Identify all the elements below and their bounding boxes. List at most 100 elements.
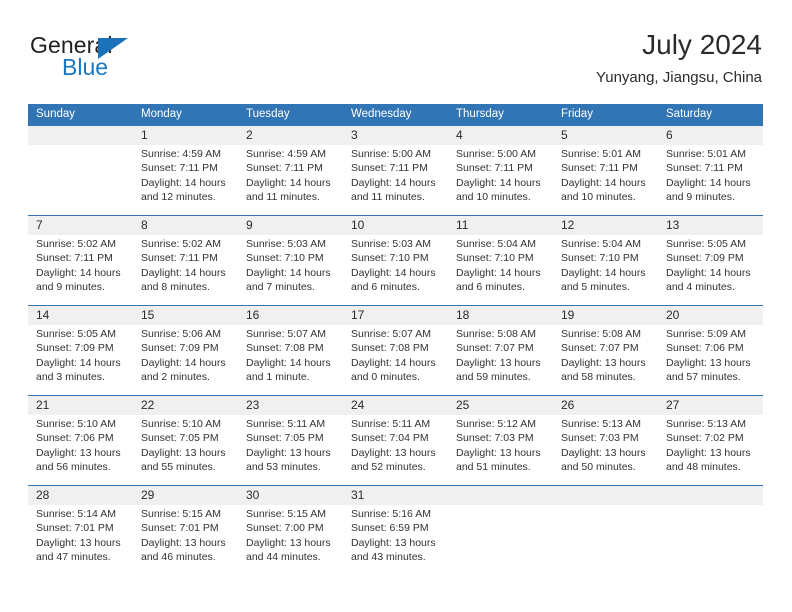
day-info-line: Sunrise: 5:07 AM bbox=[246, 328, 326, 340]
day-cell[interactable]: Sunrise: 5:13 AM Sunset: 7:02 PM Daylight:… bbox=[658, 415, 763, 485]
day-number[interactable]: 19 bbox=[553, 306, 658, 325]
day-info-line: Daylight: 13 hours bbox=[666, 446, 751, 459]
brand-name-bottom: Blue bbox=[62, 54, 109, 80]
day-info-line: and 59 minutes. bbox=[456, 371, 531, 384]
day-number[interactable]: 14 bbox=[28, 306, 133, 325]
day-number[interactable]: 8 bbox=[133, 216, 238, 235]
day-info-line: Daylight: 14 hours bbox=[141, 356, 226, 369]
day-cell[interactable]: Sunrise: 5:01 AM Sunset: 7:11 PM Daylight:… bbox=[658, 145, 763, 215]
day-info-line: Sunset: 7:09 PM bbox=[666, 252, 744, 265]
day-cell[interactable]: Sunrise: 5:07 AM Sunset: 7:08 PM Daylight:… bbox=[343, 325, 448, 395]
day-cell[interactable]: Sunrise: 5:05 AM Sunset: 7:09 PM Daylight:… bbox=[28, 325, 133, 395]
day-number[interactable]: 13 bbox=[658, 216, 763, 235]
day-cell[interactable]: Sunrise: 5:08 AM Sunset: 7:07 PM Daylight:… bbox=[448, 325, 553, 395]
day-number[interactable]: 7 bbox=[28, 216, 133, 235]
day-number[interactable]: 12 bbox=[553, 216, 658, 235]
day-info-line: Sunset: 7:02 PM bbox=[666, 432, 744, 445]
day-cell[interactable]: Sunrise: 5:12 AM Sunset: 7:03 PM Daylight:… bbox=[448, 415, 553, 485]
day-number[interactable]: 1 bbox=[133, 126, 238, 145]
day-info-line: Sunset: 7:10 PM bbox=[456, 252, 534, 265]
day-info-line: Daylight: 14 hours bbox=[456, 266, 541, 279]
day-cell[interactable]: Sunrise: 5:04 AM Sunset: 7:10 PM Daylight:… bbox=[553, 235, 658, 305]
day-cell[interactable]: Sunrise: 4:59 AM Sunset: 7:11 PM Daylight:… bbox=[133, 145, 238, 215]
day-info-line: and 57 minutes. bbox=[666, 371, 741, 384]
day-number[interactable]: 9 bbox=[238, 216, 343, 235]
day-cell[interactable]: Sunrise: 5:14 AM Sunset: 7:01 PM Daylight:… bbox=[28, 505, 133, 575]
day-number[interactable]: 31 bbox=[343, 486, 448, 505]
day-cell[interactable]: Sunrise: 5:03 AM Sunset: 7:10 PM Daylight:… bbox=[238, 235, 343, 305]
day-number[interactable]: 27 bbox=[658, 396, 763, 415]
day-cell[interactable]: Sunrise: 5:05 AM Sunset: 7:09 PM Daylight:… bbox=[658, 235, 763, 305]
day-cell[interactable]: Sunrise: 5:00 AM Sunset: 7:11 PM Daylight:… bbox=[448, 145, 553, 215]
day-number[interactable]: 16 bbox=[238, 306, 343, 325]
day-number[interactable]: 3 bbox=[343, 126, 448, 145]
day-cell[interactable]: Sunrise: 5:10 AM Sunset: 7:06 PM Daylight:… bbox=[28, 415, 133, 485]
day-cell[interactable]: Sunrise: 5:04 AM Sunset: 7:10 PM Daylight:… bbox=[448, 235, 553, 305]
day-cell[interactable]: Sunrise: 5:15 AM Sunset: 7:00 PM Daylight:… bbox=[238, 505, 343, 575]
day-number[interactable]: 21 bbox=[28, 396, 133, 415]
day-number[interactable]: 4 bbox=[448, 126, 553, 145]
day-cell[interactable]: Sunrise: 5:11 AM Sunset: 7:05 PM Daylight:… bbox=[238, 415, 343, 485]
day-number[interactable]: 20 bbox=[658, 306, 763, 325]
day-cell[interactable]: Sunrise: 5:00 AM Sunset: 7:11 PM Daylight:… bbox=[343, 145, 448, 215]
day-cell[interactable]: Sunrise: 5:06 AM Sunset: 7:09 PM Daylight:… bbox=[133, 325, 238, 395]
day-info-line: Daylight: 14 hours bbox=[351, 356, 436, 369]
day-number[interactable]: 30 bbox=[238, 486, 343, 505]
day-info-line: Daylight: 14 hours bbox=[561, 266, 646, 279]
day-info-line: Daylight: 14 hours bbox=[351, 266, 436, 279]
day-cell[interactable]: Sunrise: 5:01 AM Sunset: 7:11 PM Daylight:… bbox=[553, 145, 658, 215]
day-detail-band: Sunrise: 4:59 AM Sunset: 7:11 PM Daylight:… bbox=[28, 145, 763, 215]
weekday-header-saturday: Saturday bbox=[666, 108, 713, 120]
day-info-line: and 9 minutes. bbox=[666, 191, 735, 204]
page-header: General Blue July 2024 Yunyang, Jiangsu,… bbox=[28, 28, 762, 94]
day-cell-empty bbox=[553, 505, 658, 575]
day-number[interactable]: 28 bbox=[28, 486, 133, 505]
day-info-line: Sunrise: 5:11 AM bbox=[351, 418, 431, 430]
day-cell[interactable]: Sunrise: 5:07 AM Sunset: 7:08 PM Daylight:… bbox=[238, 325, 343, 395]
day-number[interactable]: 11 bbox=[448, 216, 553, 235]
day-cell[interactable]: Sunrise: 5:11 AM Sunset: 7:04 PM Daylight:… bbox=[343, 415, 448, 485]
day-info-line: Sunset: 7:09 PM bbox=[36, 342, 114, 355]
day-number[interactable]: 22 bbox=[133, 396, 238, 415]
calendar-table: Sunday Monday Tuesday Wednesday Thursday Frid… bbox=[28, 104, 763, 575]
day-cell[interactable]: Sunrise: 5:03 AM Sunset: 7:10 PM Daylight:… bbox=[343, 235, 448, 305]
day-cell[interactable]: Sunrise: 5:09 AM Sunset: 7:06 PM Daylight:… bbox=[658, 325, 763, 395]
day-info-line: and 8 minutes. bbox=[141, 281, 210, 294]
day-info-line: Sunset: 7:05 PM bbox=[141, 432, 219, 445]
day-cell[interactable]: Sunrise: 4:59 AM Sunset: 7:11 PM Daylight:… bbox=[238, 145, 343, 215]
day-number[interactable]: 17 bbox=[343, 306, 448, 325]
day-number[interactable]: 18 bbox=[448, 306, 553, 325]
weekday-header-monday: Monday bbox=[141, 108, 182, 120]
day-cell[interactable]: Sunrise: 5:16 AM Sunset: 6:59 PM Daylight:… bbox=[343, 505, 448, 575]
day-info-line: Sunset: 7:04 PM bbox=[351, 432, 429, 445]
page-subtitle: Yunyang, Jiangsu, China bbox=[596, 69, 762, 86]
day-info-line: Sunrise: 5:01 AM bbox=[666, 148, 746, 160]
day-info-line: Daylight: 14 hours bbox=[666, 266, 751, 279]
day-number[interactable]: 15 bbox=[133, 306, 238, 325]
day-cell[interactable]: Sunrise: 5:02 AM Sunset: 7:11 PM Daylight:… bbox=[28, 235, 133, 305]
day-info-line: Sunrise: 5:03 AM bbox=[246, 238, 326, 250]
day-cell[interactable]: Sunrise: 5:10 AM Sunset: 7:05 PM Daylight:… bbox=[133, 415, 238, 485]
day-number-band: 123456 bbox=[28, 126, 763, 145]
day-number[interactable]: 6 bbox=[658, 126, 763, 145]
day-info-line: and 12 minutes. bbox=[141, 191, 216, 204]
day-number[interactable]: 26 bbox=[553, 396, 658, 415]
day-detail-band: Sunrise: 5:05 AM Sunset: 7:09 PM Daylight:… bbox=[28, 325, 763, 395]
day-number[interactable]: 29 bbox=[133, 486, 238, 505]
day-number[interactable]: 24 bbox=[343, 396, 448, 415]
day-number-band: 14 15 16 17 18 19 20 bbox=[28, 306, 763, 325]
day-info-line: and 56 minutes. bbox=[36, 461, 111, 474]
day-number[interactable]: 23 bbox=[238, 396, 343, 415]
calendar-week-row: 14 15 16 17 18 19 20 Sunrise: 5:05 AM Sunset: 7:… bbox=[28, 305, 763, 395]
day-number[interactable]: 2 bbox=[238, 126, 343, 145]
day-cell[interactable]: Sunrise: 5:02 AM Sunset: 7:11 PM Daylight:… bbox=[133, 235, 238, 305]
day-cell[interactable]: Sunrise: 5:13 AM Sunset: 7:03 PM Daylight:… bbox=[553, 415, 658, 485]
brand-logo[interactable]: General Blue bbox=[30, 32, 170, 88]
day-info-line: Daylight: 13 hours bbox=[351, 446, 436, 459]
day-number[interactable]: 5 bbox=[553, 126, 658, 145]
day-cell[interactable]: Sunrise: 5:15 AM Sunset: 7:01 PM Daylight:… bbox=[133, 505, 238, 575]
day-number[interactable]: 25 bbox=[448, 396, 553, 415]
day-number[interactable]: 10 bbox=[343, 216, 448, 235]
day-cell[interactable]: Sunrise: 5:08 AM Sunset: 7:07 PM Daylight:… bbox=[553, 325, 658, 395]
day-info-line: Daylight: 13 hours bbox=[666, 356, 751, 369]
